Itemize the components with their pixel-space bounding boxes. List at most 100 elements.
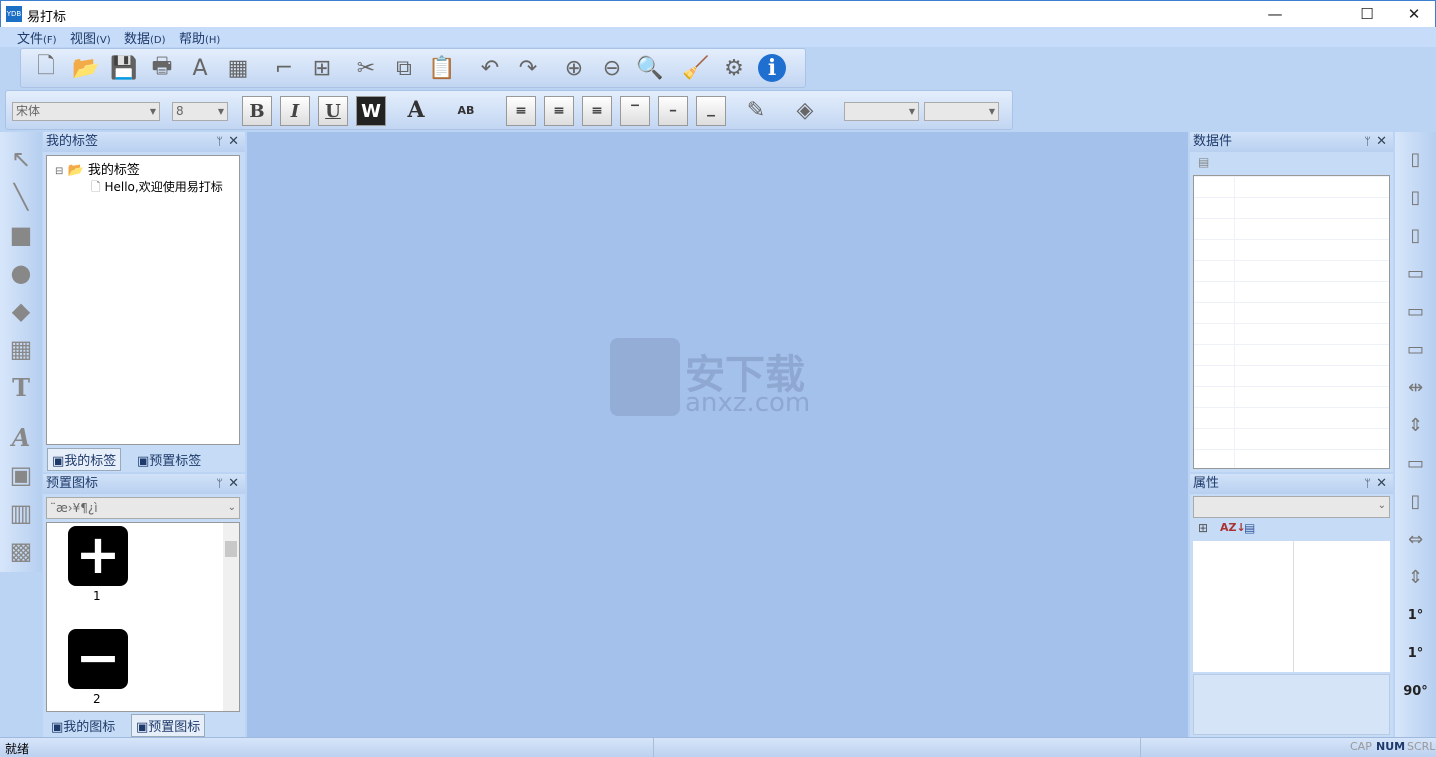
align-right-button[interactable]: ≡ xyxy=(582,96,612,126)
align-top-button[interactable]: ▯ xyxy=(1399,142,1432,176)
menu-help[interactable]: 帮助(H) xyxy=(179,28,220,47)
close-icon[interactable]: ✕ xyxy=(228,132,239,152)
undo-button[interactable]: ↶ xyxy=(473,51,507,85)
align-left-button[interactable]: ≡ xyxy=(506,96,536,126)
zoom-in-button[interactable]: ⊕ xyxy=(557,51,591,85)
ruler-button[interactable]: ⌐ xyxy=(267,51,301,85)
pin-icon[interactable]: ᛘ xyxy=(216,474,223,494)
line-tool[interactable]: ╲ xyxy=(6,182,36,212)
same-width-button[interactable]: ▭ xyxy=(1399,446,1432,480)
italic-button[interactable]: I xyxy=(280,96,310,126)
align-center-button[interactable]: ≡ xyxy=(544,96,574,126)
bold-button[interactable]: B xyxy=(242,96,272,126)
property-grid[interactable] xyxy=(1193,541,1390,672)
redo-button[interactable]: ↷ xyxy=(511,51,545,85)
rotate-90-icon: 90° xyxy=(1403,683,1428,699)
maximize-button[interactable]: ☐ xyxy=(1344,1,1390,28)
copy-button[interactable]: ⧉ xyxy=(387,51,421,85)
rotate-90-button[interactable]: 90° xyxy=(1399,674,1432,708)
valign-bottom-button[interactable]: ▁ xyxy=(696,96,726,126)
same-height-button[interactable]: ▯ xyxy=(1399,484,1432,518)
excel-import-button[interactable]: ▦ xyxy=(221,51,255,85)
sort-az-icon[interactable]: AZ↓ xyxy=(1220,521,1246,534)
grid-button[interactable]: ⊞ xyxy=(305,51,339,85)
tab-my-icons[interactable]: ▣我的图标 xyxy=(47,715,119,736)
rectangle-tool[interactable]: ■ xyxy=(6,220,36,250)
qrcode-tool[interactable]: ▩ xyxy=(6,536,36,566)
panel-header: 我的标签 ᛘ ✕ xyxy=(43,132,245,152)
tree-root[interactable]: ⊟ 📂 我的标签 xyxy=(55,159,140,178)
close-icon[interactable]: ✕ xyxy=(228,474,239,494)
property-pages-icon[interactable]: ▤ xyxy=(1244,521,1255,535)
categorized-icon[interactable]: ⊞ xyxy=(1198,521,1208,535)
line-width-select[interactable]: ▼ xyxy=(924,102,999,121)
tab-my-labels[interactable]: ▣我的标签 xyxy=(47,448,122,471)
line-color-button[interactable]: ✎ xyxy=(739,93,773,127)
tab-preset-icons[interactable]: ▣预置图标 xyxy=(131,714,206,737)
scrollbar-thumb[interactable] xyxy=(225,541,237,557)
align-middle-button[interactable]: ▯ xyxy=(1399,180,1432,214)
text-tool[interactable]: T xyxy=(6,372,36,402)
pin-icon[interactable]: ᛘ xyxy=(216,132,223,152)
info-button[interactable]: i xyxy=(755,51,789,85)
art-text-tool[interactable]: A xyxy=(6,422,36,452)
table-tool[interactable]: ▦ xyxy=(6,334,36,364)
menu-view[interactable]: 视图(V) xyxy=(70,28,111,47)
cut-button[interactable]: ✂ xyxy=(349,51,383,85)
align-center-button[interactable]: ▭ xyxy=(1399,294,1432,328)
rotate-ccw-1-button[interactable]: 1° xyxy=(1399,598,1432,632)
new-file-button[interactable]: 🗋 xyxy=(29,51,63,85)
design-canvas[interactable]: 安下载 anxz.com xyxy=(247,132,1188,737)
menu-file[interactable]: 文件(F) xyxy=(17,28,57,47)
paste-button[interactable]: 📋 xyxy=(425,51,459,85)
tab-preset-labels[interactable]: ▣预置标签 xyxy=(133,449,205,470)
align-bottom-button[interactable]: ▯ xyxy=(1399,218,1432,252)
scrollbar[interactable] xyxy=(223,523,239,711)
pin-icon[interactable]: ᛘ xyxy=(1364,474,1371,494)
page-setup-button[interactable]: A xyxy=(183,51,217,85)
pointer-tool[interactable]: ↖ xyxy=(6,144,36,174)
print-button[interactable]: 🖶 xyxy=(145,51,179,85)
valign-middle-button[interactable]: ━ xyxy=(658,96,688,126)
space-h-button[interactable]: ⇹ xyxy=(1399,370,1432,404)
diamond-tool[interactable]: ◆ xyxy=(6,296,36,326)
valign-top-button[interactable]: ▔ xyxy=(620,96,650,126)
reverse-button[interactable]: W xyxy=(356,96,386,126)
close-button[interactable]: ✕ xyxy=(1391,1,1436,28)
settings-button[interactable]: ⚙ xyxy=(717,51,751,85)
highlight-button[interactable]: AB xyxy=(449,93,483,127)
icon-category-select[interactable]: ¨æ›¥¶¿ì ⌄ xyxy=(46,497,240,519)
clean-button[interactable]: 🧹 xyxy=(679,51,713,85)
font-color-button[interactable]: A xyxy=(399,93,433,127)
space-v-button[interactable]: ⇕ xyxy=(1399,408,1432,442)
line-style-select[interactable]: ▼ xyxy=(844,102,919,121)
close-icon[interactable]: ✕ xyxy=(1376,132,1387,152)
plus-icon[interactable]: + xyxy=(68,526,128,586)
zoom-fit-button[interactable]: 🔍 xyxy=(633,51,667,85)
align-left-button[interactable]: ▭ xyxy=(1399,256,1432,290)
pin-icon[interactable]: ᛘ xyxy=(1364,132,1371,152)
font-family-select[interactable]: 宋体 ▼ xyxy=(12,102,160,121)
save-button[interactable]: 💾 xyxy=(107,51,141,85)
image-tool[interactable]: ▣ xyxy=(6,460,36,490)
h-distribute-button[interactable]: ⇔ xyxy=(1399,522,1432,556)
font-size-select[interactable]: 8 ▼ xyxy=(172,102,228,121)
minus-icon[interactable]: − xyxy=(68,629,128,689)
fill-color-button[interactable]: ◈ xyxy=(788,93,822,127)
underline-button[interactable]: U xyxy=(318,96,348,126)
zoom-out-button[interactable]: ⊖ xyxy=(595,51,629,85)
data-grid[interactable] xyxy=(1193,175,1390,469)
v-distribute-button[interactable]: ⇕ xyxy=(1399,560,1432,594)
data-source-icon[interactable]: ▤ xyxy=(1198,155,1209,169)
tree-item[interactable]: 🗋 Hello,欢迎使用易打标 xyxy=(91,178,223,199)
collapse-icon[interactable]: ⊟ xyxy=(55,166,63,177)
align-right-button[interactable]: ▭ xyxy=(1399,332,1432,366)
open-folder-button[interactable]: 📂 xyxy=(69,51,103,85)
minimize-button[interactable]: — xyxy=(1252,1,1298,28)
rotate-cw-1-button[interactable]: 1° xyxy=(1399,636,1432,670)
barcode-tool[interactable]: ▥ xyxy=(6,498,36,528)
close-icon[interactable]: ✕ xyxy=(1376,474,1387,494)
menu-data[interactable]: 数据(D) xyxy=(124,28,166,47)
object-select[interactable]: ⌄ xyxy=(1193,496,1390,518)
ellipse-tool[interactable]: ● xyxy=(6,258,36,288)
